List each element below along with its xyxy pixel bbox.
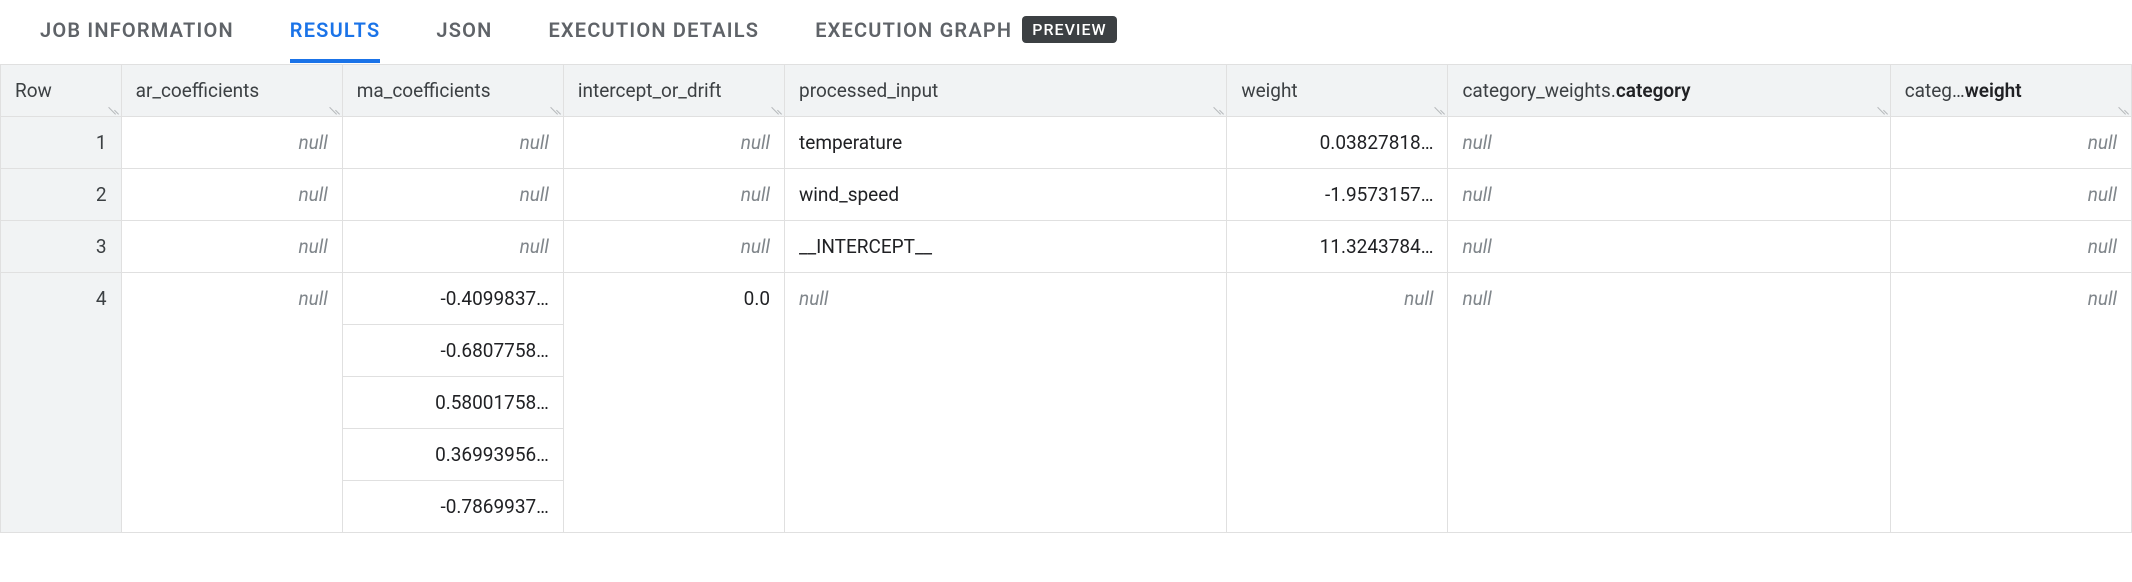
cell-cww: null — [1890, 117, 2131, 169]
row-number: 1 — [1, 117, 122, 169]
cell-weight: 11.3243784… — [1227, 221, 1448, 273]
cell-intercept: null — [563, 169, 784, 221]
col-header-weight-label: weight — [1241, 79, 1297, 102]
tab-json[interactable]: JSON — [436, 0, 492, 63]
cell-processed-input: __INTERCEPT__ — [785, 221, 1227, 273]
cell-cwc: null — [1448, 117, 1890, 169]
cell-ma: -0.4099837… — [342, 273, 563, 325]
resize-handle-icon[interactable] — [109, 104, 119, 114]
table-row: 3 null null null __INTERCEPT__ 11.324378… — [1, 221, 2132, 273]
resize-handle-icon[interactable] — [551, 104, 561, 114]
col-header-ma-label: ma_coefficients — [357, 79, 491, 102]
col-header-processed-input[interactable]: processed_input — [785, 65, 1227, 117]
cell-cwc: null — [1448, 273, 1890, 533]
resize-handle-icon[interactable] — [1214, 104, 1224, 114]
col-header-cwc-prefix: category_weights. — [1462, 79, 1615, 102]
cell-ar: null — [121, 273, 342, 533]
tab-execution-details[interactable]: EXECUTION DETAILS — [548, 0, 759, 63]
col-header-row-label: Row — [15, 79, 52, 102]
cell-cwc: null — [1448, 221, 1890, 273]
cell-cww: null — [1890, 221, 2131, 273]
row-number: 3 — [1, 221, 122, 273]
col-header-cww-prefix: categ… — [1905, 79, 1965, 102]
col-header-intercept-or-drift[interactable]: intercept_or_drift — [563, 65, 784, 117]
cell-ar: null — [121, 221, 342, 273]
cell-processed-input: temperature — [785, 117, 1227, 169]
col-header-ar-label: ar_coefficients — [136, 79, 260, 102]
cell-ma: 0.36993956… — [342, 429, 563, 481]
cell-ma: -0.6807758… — [342, 325, 563, 377]
cell-cww: null — [1890, 273, 2131, 533]
tabs-bar: JOB INFORMATION RESULTS JSON EXECUTION D… — [0, 0, 2132, 64]
cell-intercept: null — [563, 117, 784, 169]
preview-badge: PREVIEW — [1022, 16, 1116, 43]
row-number: 4 — [1, 273, 122, 533]
col-header-intercept-label: intercept_or_drift — [578, 79, 722, 102]
cell-cwc: null — [1448, 169, 1890, 221]
col-header-weight[interactable]: weight — [1227, 65, 1448, 117]
cell-processed-input: null — [785, 273, 1227, 533]
resize-handle-icon[interactable] — [772, 104, 782, 114]
col-header-ma-coefficients[interactable]: ma_coefficients — [342, 65, 563, 117]
cell-cww: null — [1890, 169, 2131, 221]
cell-processed-input: wind_speed — [785, 169, 1227, 221]
cell-weight: -1.9573157… — [1227, 169, 1448, 221]
table-row: 2 null null null wind_speed -1.9573157… … — [1, 169, 2132, 221]
tab-results[interactable]: RESULTS — [290, 0, 381, 63]
cell-intercept: 0.0 — [563, 273, 784, 533]
cell-ar: null — [121, 117, 342, 169]
resize-handle-icon[interactable] — [2119, 104, 2129, 114]
cell-ma: null — [342, 169, 563, 221]
results-table: Row ar_coefficients ma_coefficients inte… — [0, 64, 2132, 533]
cell-intercept: null — [563, 221, 784, 273]
col-header-category-weights-weight[interactable]: categ…weight — [1890, 65, 2131, 117]
tab-execution-graph[interactable]: EXECUTION GRAPH PREVIEW — [815, 0, 1116, 63]
tab-execution-graph-label: EXECUTION GRAPH — [815, 18, 1012, 42]
row-number: 2 — [1, 169, 122, 221]
resize-handle-icon[interactable] — [330, 104, 340, 114]
cell-weight: null — [1227, 273, 1448, 533]
col-header-category-weights-category[interactable]: category_weights.category — [1448, 65, 1890, 117]
col-header-cwc-suffix: category — [1616, 79, 1691, 102]
tab-job-information[interactable]: JOB INFORMATION — [40, 0, 234, 63]
table-row: 1 null null null temperature 0.03827818…… — [1, 117, 2132, 169]
resize-handle-icon[interactable] — [1878, 104, 1888, 114]
col-header-cww-suffix: weight — [1965, 79, 2022, 102]
cell-ma: null — [342, 221, 563, 273]
cell-ma: 0.58001758… — [342, 377, 563, 429]
col-header-row[interactable]: Row — [1, 65, 122, 117]
cell-weight: 0.03827818… — [1227, 117, 1448, 169]
cell-ma: null — [342, 117, 563, 169]
col-header-ar-coefficients[interactable]: ar_coefficients — [121, 65, 342, 117]
col-header-processed-input-label: processed_input — [799, 79, 938, 102]
resize-handle-icon[interactable] — [1435, 104, 1445, 114]
table-header-row: Row ar_coefficients ma_coefficients inte… — [1, 65, 2132, 117]
cell-ar: null — [121, 169, 342, 221]
cell-ma: -0.7869937… — [342, 481, 563, 533]
table-row: 4 null -0.4099837… 0.0 null null null nu… — [1, 273, 2132, 325]
